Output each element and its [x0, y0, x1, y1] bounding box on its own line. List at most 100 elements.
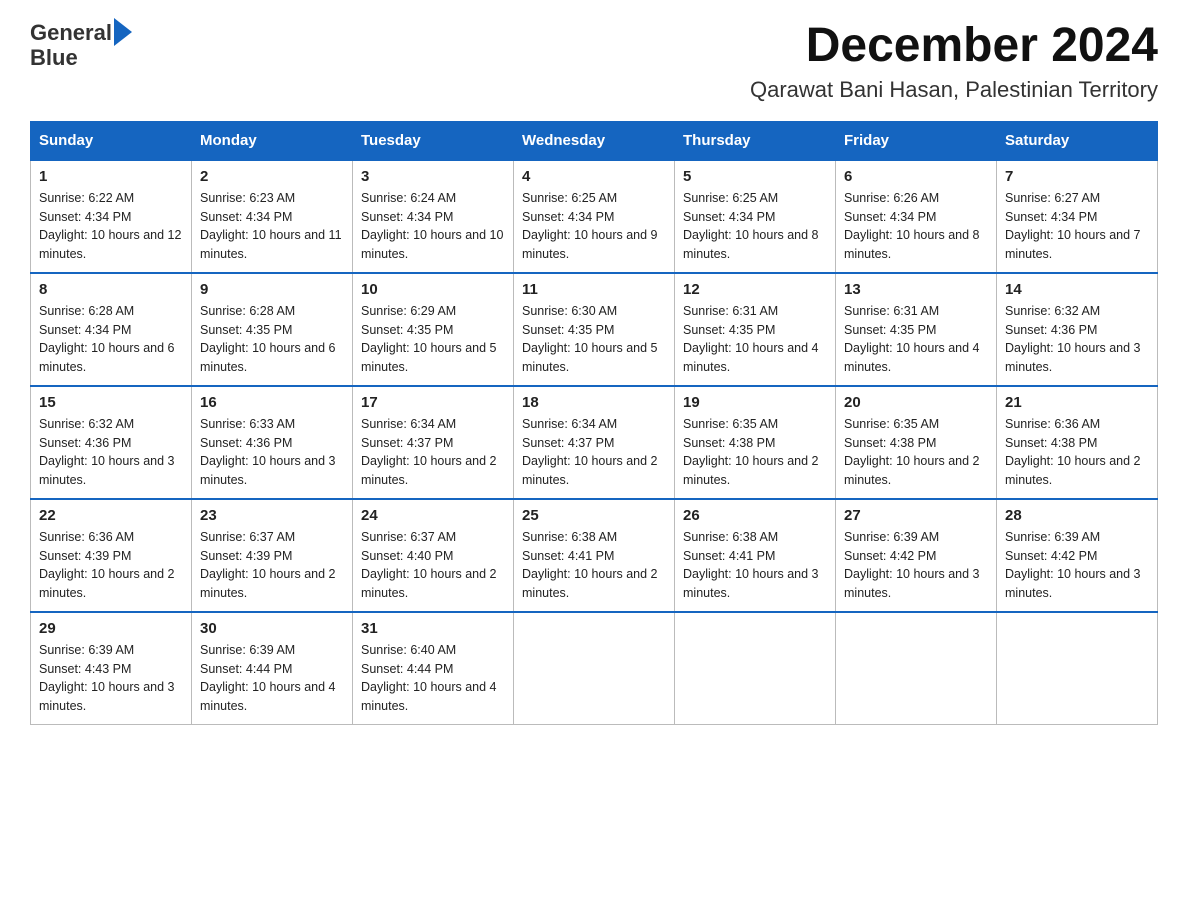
day-info: Sunrise: 6:25 AM Sunset: 4:34 PM Dayligh… — [522, 189, 666, 264]
day-info: Sunrise: 6:30 AM Sunset: 4:35 PM Dayligh… — [522, 302, 666, 377]
day-info: Sunrise: 6:29 AM Sunset: 4:35 PM Dayligh… — [361, 302, 505, 377]
day-number: 31 — [361, 620, 505, 637]
day-number: 18 — [522, 394, 666, 411]
day-info: Sunrise: 6:25 AM Sunset: 4:34 PM Dayligh… — [683, 189, 827, 264]
day-number: 29 — [39, 620, 183, 637]
calendar-cell-w3d5: 19 Sunrise: 6:35 AM Sunset: 4:38 PM Dayl… — [675, 386, 836, 499]
day-info: Sunrise: 6:38 AM Sunset: 4:41 PM Dayligh… — [522, 528, 666, 603]
day-number: 30 — [200, 620, 344, 637]
calendar-cell-w4d1: 22 Sunrise: 6:36 AM Sunset: 4:39 PM Dayl… — [31, 499, 192, 612]
day-number: 21 — [1005, 394, 1149, 411]
day-info: Sunrise: 6:40 AM Sunset: 4:44 PM Dayligh… — [361, 641, 505, 716]
day-number: 25 — [522, 507, 666, 524]
header-monday: Monday — [192, 121, 353, 160]
title-block: December 2024 Qarawat Bani Hasan, Palest… — [750, 20, 1158, 103]
day-info: Sunrise: 6:37 AM Sunset: 4:39 PM Dayligh… — [200, 528, 344, 603]
calendar-cell-w2d3: 10 Sunrise: 6:29 AM Sunset: 4:35 PM Dayl… — [353, 273, 514, 386]
header-tuesday: Tuesday — [353, 121, 514, 160]
calendar-cell-w2d4: 11 Sunrise: 6:30 AM Sunset: 4:35 PM Dayl… — [514, 273, 675, 386]
calendar-cell-w3d2: 16 Sunrise: 6:33 AM Sunset: 4:36 PM Dayl… — [192, 386, 353, 499]
day-number: 24 — [361, 507, 505, 524]
day-info: Sunrise: 6:33 AM Sunset: 4:36 PM Dayligh… — [200, 415, 344, 490]
logo: General Blue — [30, 20, 132, 70]
calendar-cell-w2d1: 8 Sunrise: 6:28 AM Sunset: 4:34 PM Dayli… — [31, 273, 192, 386]
calendar-cell-w4d5: 26 Sunrise: 6:38 AM Sunset: 4:41 PM Dayl… — [675, 499, 836, 612]
day-info: Sunrise: 6:39 AM Sunset: 4:43 PM Dayligh… — [39, 641, 183, 716]
day-info: Sunrise: 6:35 AM Sunset: 4:38 PM Dayligh… — [683, 415, 827, 490]
page-header: General Blue December 2024 Qarawat Bani … — [30, 20, 1158, 103]
header-friday: Friday — [836, 121, 997, 160]
calendar-cell-w1d5: 5 Sunrise: 6:25 AM Sunset: 4:34 PM Dayli… — [675, 160, 836, 273]
day-info: Sunrise: 6:39 AM Sunset: 4:44 PM Dayligh… — [200, 641, 344, 716]
day-number: 9 — [200, 281, 344, 298]
header-thursday: Thursday — [675, 121, 836, 160]
calendar-cell-w1d3: 3 Sunrise: 6:24 AM Sunset: 4:34 PM Dayli… — [353, 160, 514, 273]
calendar-cell-w1d2: 2 Sunrise: 6:23 AM Sunset: 4:34 PM Dayli… — [192, 160, 353, 273]
calendar-cell-w4d4: 25 Sunrise: 6:38 AM Sunset: 4:41 PM Dayl… — [514, 499, 675, 612]
day-info: Sunrise: 6:34 AM Sunset: 4:37 PM Dayligh… — [522, 415, 666, 490]
calendar-cell-w4d3: 24 Sunrise: 6:37 AM Sunset: 4:40 PM Dayl… — [353, 499, 514, 612]
day-number: 23 — [200, 507, 344, 524]
day-number: 14 — [1005, 281, 1149, 298]
header-wednesday: Wednesday — [514, 121, 675, 160]
day-info: Sunrise: 6:34 AM Sunset: 4:37 PM Dayligh… — [361, 415, 505, 490]
calendar-cell-w2d5: 12 Sunrise: 6:31 AM Sunset: 4:35 PM Dayl… — [675, 273, 836, 386]
calendar-cell-w5d1: 29 Sunrise: 6:39 AM Sunset: 4:43 PM Dayl… — [31, 612, 192, 725]
calendar-header: Sunday Monday Tuesday Wednesday Thursday… — [31, 121, 1158, 160]
calendar-table: Sunday Monday Tuesday Wednesday Thursday… — [30, 121, 1158, 725]
day-number: 13 — [844, 281, 988, 298]
calendar-cell-w5d6 — [836, 612, 997, 725]
logo-text-blue: Blue — [30, 46, 78, 70]
calendar-body: 1 Sunrise: 6:22 AM Sunset: 4:34 PM Dayli… — [31, 160, 1158, 725]
day-info: Sunrise: 6:22 AM Sunset: 4:34 PM Dayligh… — [39, 189, 183, 264]
weekday-header-row: Sunday Monday Tuesday Wednesday Thursday… — [31, 121, 1158, 160]
calendar-cell-w2d7: 14 Sunrise: 6:32 AM Sunset: 4:36 PM Dayl… — [997, 273, 1158, 386]
day-number: 5 — [683, 168, 827, 185]
calendar-cell-w4d6: 27 Sunrise: 6:39 AM Sunset: 4:42 PM Dayl… — [836, 499, 997, 612]
header-saturday: Saturday — [997, 121, 1158, 160]
day-number: 28 — [1005, 507, 1149, 524]
calendar-cell-w5d5 — [675, 612, 836, 725]
calendar-cell-w1d7: 7 Sunrise: 6:27 AM Sunset: 4:34 PM Dayli… — [997, 160, 1158, 273]
calendar-week-4: 22 Sunrise: 6:36 AM Sunset: 4:39 PM Dayl… — [31, 499, 1158, 612]
day-info: Sunrise: 6:36 AM Sunset: 4:38 PM Dayligh… — [1005, 415, 1149, 490]
day-number: 12 — [683, 281, 827, 298]
day-info: Sunrise: 6:31 AM Sunset: 4:35 PM Dayligh… — [844, 302, 988, 377]
month-year-title: December 2024 — [750, 20, 1158, 73]
day-number: 3 — [361, 168, 505, 185]
calendar-cell-w5d4 — [514, 612, 675, 725]
day-number: 27 — [844, 507, 988, 524]
calendar-cell-w4d7: 28 Sunrise: 6:39 AM Sunset: 4:42 PM Dayl… — [997, 499, 1158, 612]
calendar-cell-w1d6: 6 Sunrise: 6:26 AM Sunset: 4:34 PM Dayli… — [836, 160, 997, 273]
day-info: Sunrise: 6:37 AM Sunset: 4:40 PM Dayligh… — [361, 528, 505, 603]
day-info: Sunrise: 6:31 AM Sunset: 4:35 PM Dayligh… — [683, 302, 827, 377]
calendar-cell-w3d7: 21 Sunrise: 6:36 AM Sunset: 4:38 PM Dayl… — [997, 386, 1158, 499]
day-number: 10 — [361, 281, 505, 298]
day-number: 2 — [200, 168, 344, 185]
calendar-cell-w2d6: 13 Sunrise: 6:31 AM Sunset: 4:35 PM Dayl… — [836, 273, 997, 386]
header-sunday: Sunday — [31, 121, 192, 160]
day-info: Sunrise: 6:38 AM Sunset: 4:41 PM Dayligh… — [683, 528, 827, 603]
day-info: Sunrise: 6:27 AM Sunset: 4:34 PM Dayligh… — [1005, 189, 1149, 264]
calendar-week-3: 15 Sunrise: 6:32 AM Sunset: 4:36 PM Dayl… — [31, 386, 1158, 499]
calendar-cell-w2d2: 9 Sunrise: 6:28 AM Sunset: 4:35 PM Dayli… — [192, 273, 353, 386]
calendar-week-1: 1 Sunrise: 6:22 AM Sunset: 4:34 PM Dayli… — [31, 160, 1158, 273]
calendar-cell-w1d4: 4 Sunrise: 6:25 AM Sunset: 4:34 PM Dayli… — [514, 160, 675, 273]
calendar-week-5: 29 Sunrise: 6:39 AM Sunset: 4:43 PM Dayl… — [31, 612, 1158, 725]
calendar-cell-w5d7 — [997, 612, 1158, 725]
day-info: Sunrise: 6:23 AM Sunset: 4:34 PM Dayligh… — [200, 189, 344, 264]
calendar-cell-w1d1: 1 Sunrise: 6:22 AM Sunset: 4:34 PM Dayli… — [31, 160, 192, 273]
day-info: Sunrise: 6:28 AM Sunset: 4:35 PM Dayligh… — [200, 302, 344, 377]
day-number: 20 — [844, 394, 988, 411]
day-info: Sunrise: 6:28 AM Sunset: 4:34 PM Dayligh… — [39, 302, 183, 377]
day-number: 22 — [39, 507, 183, 524]
day-number: 4 — [522, 168, 666, 185]
day-number: 8 — [39, 281, 183, 298]
calendar-cell-w3d1: 15 Sunrise: 6:32 AM Sunset: 4:36 PM Dayl… — [31, 386, 192, 499]
day-number: 17 — [361, 394, 505, 411]
day-number: 19 — [683, 394, 827, 411]
day-info: Sunrise: 6:39 AM Sunset: 4:42 PM Dayligh… — [1005, 528, 1149, 603]
calendar-cell-w4d2: 23 Sunrise: 6:37 AM Sunset: 4:39 PM Dayl… — [192, 499, 353, 612]
day-info: Sunrise: 6:39 AM Sunset: 4:42 PM Dayligh… — [844, 528, 988, 603]
location-subtitle: Qarawat Bani Hasan, Palestinian Territor… — [750, 77, 1158, 103]
